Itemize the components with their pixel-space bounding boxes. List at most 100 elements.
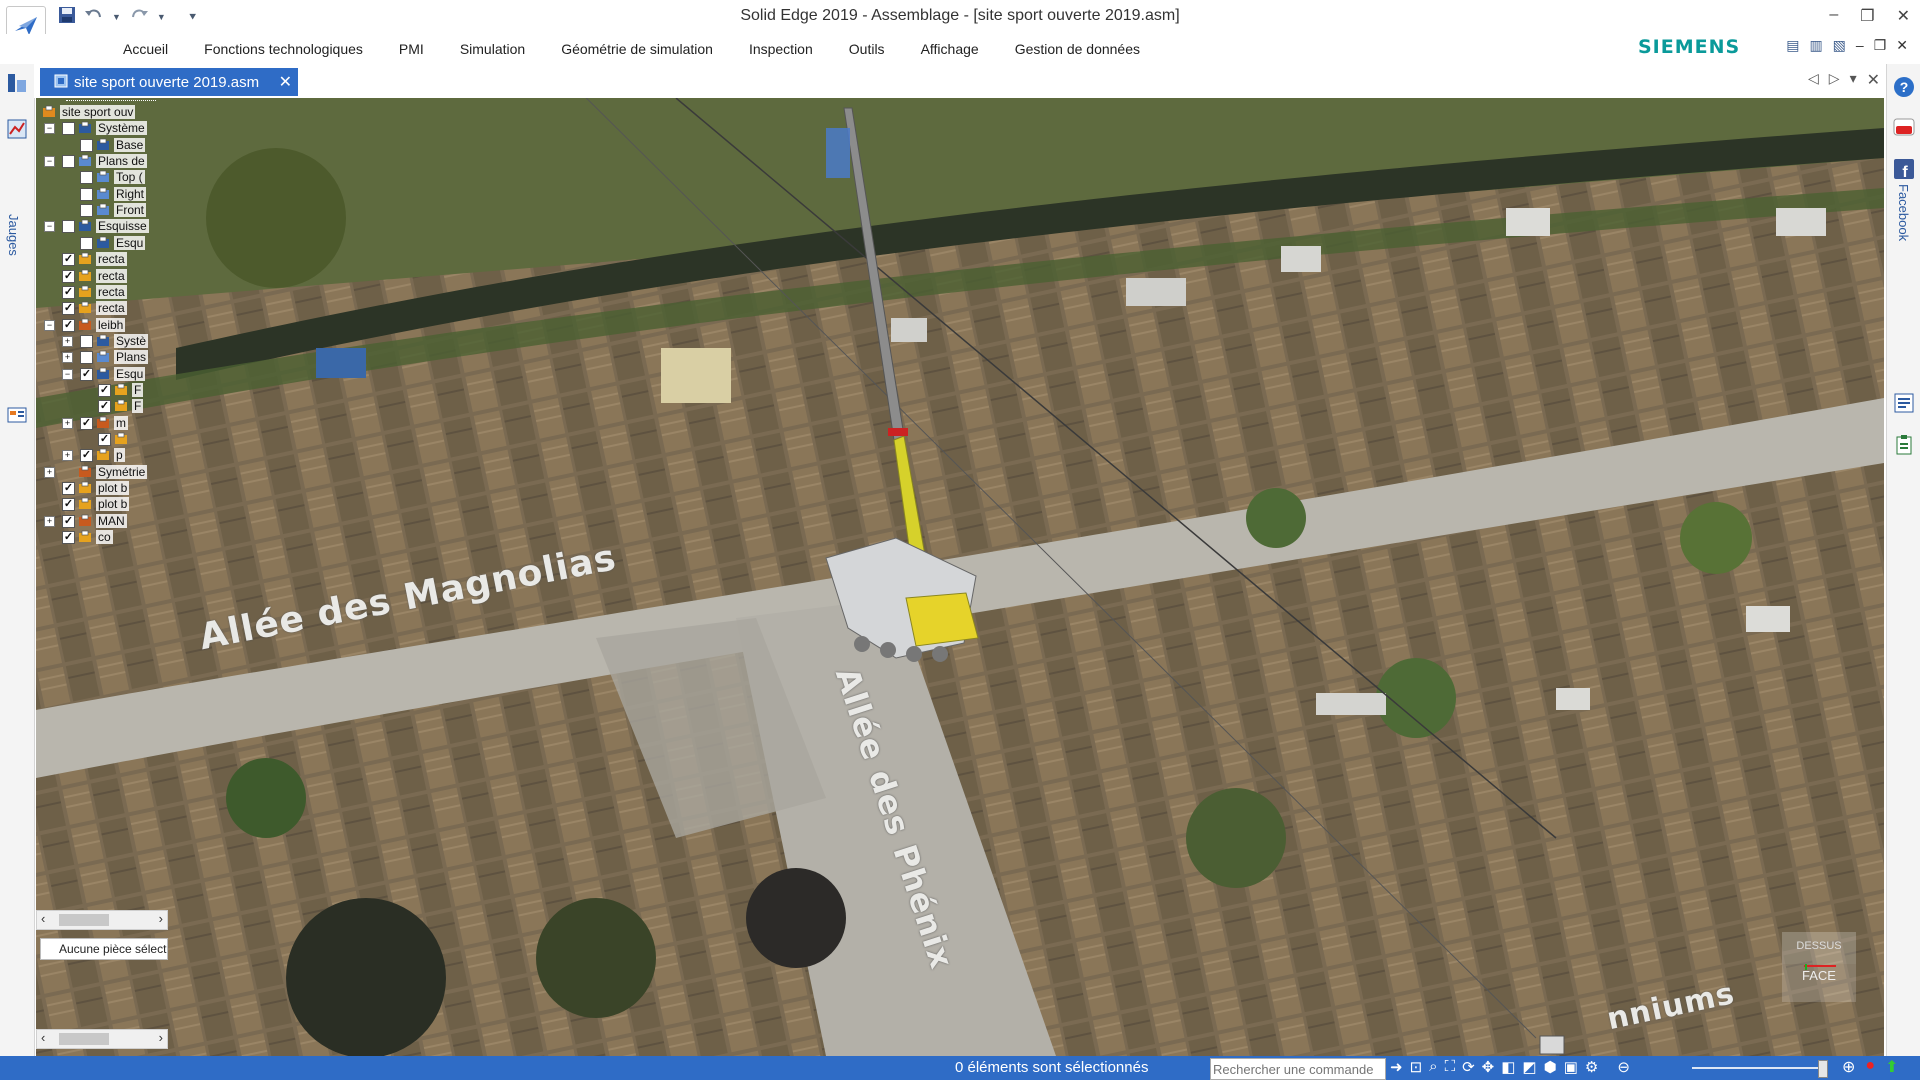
collapse-icon[interactable]: −: [44, 123, 55, 135]
upload-icon[interactable]: ⬆: [1885, 1057, 1898, 1077]
tile-windows-icon[interactable]: ▥: [1809, 37, 1822, 54]
tree-row[interactable]: Front: [36, 202, 166, 220]
visibility-checkbox[interactable]: [80, 138, 93, 152]
visibility-checkbox[interactable]: [80, 236, 93, 250]
tree-row[interactable]: site sport ouv: [36, 104, 166, 122]
maximize-button[interactable]: ❐: [1860, 6, 1874, 26]
tree-row[interactable]: + Symétrie: [36, 464, 166, 482]
view-cube-top-label[interactable]: DESSUS: [1774, 940, 1864, 952]
tab-pmi[interactable]: PMI: [381, 41, 442, 57]
facebook-label[interactable]: Facebook: [1896, 184, 1911, 241]
visibility-checkbox[interactable]: ✓: [62, 269, 75, 283]
tree-row[interactable]: − Plans de: [36, 153, 166, 171]
expand-icon[interactable]: +: [62, 352, 73, 364]
ribbon-restore-icon[interactable]: ❐: [1874, 37, 1887, 54]
named-views-icon[interactable]: ▣: [1564, 1058, 1578, 1076]
scroll-right-icon[interactable]: ›: [159, 911, 163, 926]
tree-row[interactable]: + ✓ m: [36, 415, 166, 433]
tree-row[interactable]: ✓ recta: [36, 251, 166, 269]
collapse-icon[interactable]: −: [44, 319, 55, 331]
view-cube-face-label[interactable]: FACE: [1774, 968, 1864, 983]
tab-inspection[interactable]: Inspection: [731, 41, 831, 57]
view-orientation-icon[interactable]: ⬢: [1544, 1058, 1557, 1076]
minimize-button[interactable]: –: [1829, 6, 1838, 26]
tab-affichage[interactable]: Affichage: [903, 41, 997, 57]
visibility-checkbox[interactable]: ✓: [62, 482, 75, 496]
shade-icon[interactable]: ◧: [1501, 1058, 1515, 1076]
tab-gestion-de-donnees[interactable]: Gestion de données: [997, 41, 1158, 57]
rotate-icon[interactable]: ⟳: [1462, 1058, 1475, 1076]
ribbon-minimize-icon[interactable]: –: [1856, 37, 1864, 54]
expand-icon[interactable]: +: [62, 417, 73, 429]
tree-row[interactable]: Right: [36, 186, 166, 204]
3d-viewport[interactable]: Allée des Magnolias Allée des Phénix nni…: [36, 98, 1884, 1056]
help-icon[interactable]: ?: [1892, 76, 1916, 100]
expand-icon[interactable]: +: [44, 515, 55, 527]
help-doc-icon[interactable]: ▧: [1833, 37, 1846, 54]
visibility-checkbox[interactable]: [62, 155, 75, 169]
visibility-checkbox[interactable]: ✓: [62, 514, 75, 528]
collapse-icon[interactable]: −: [44, 156, 55, 168]
tab-accueil[interactable]: Accueil: [105, 41, 186, 57]
gauges-icon[interactable]: [4, 118, 30, 144]
tree-row[interactable]: ✓ F: [36, 382, 166, 400]
zoom-out-icon[interactable]: ⊖: [1617, 1058, 1630, 1076]
tree-row[interactable]: Base: [36, 137, 166, 155]
tree-row[interactable]: ✓ recta: [36, 300, 166, 318]
visibility-checkbox[interactable]: [80, 334, 93, 348]
visibility-checkbox[interactable]: ✓: [62, 302, 75, 316]
visibility-checkbox[interactable]: ✓: [80, 416, 93, 430]
tree-row[interactable]: + Systè: [36, 333, 166, 351]
properties-panel-icon[interactable]: [1892, 392, 1916, 416]
cascade-windows-icon[interactable]: ▤: [1786, 37, 1799, 54]
close-all-icon[interactable]: ✕: [1867, 70, 1880, 90]
tree-row[interactable]: ✓ recta: [36, 268, 166, 286]
zoom-slider-track[interactable]: [1692, 1067, 1828, 1069]
document-list-icon[interactable]: ▾: [1850, 70, 1857, 90]
visibility-checkbox[interactable]: [80, 171, 93, 185]
tree-row[interactable]: ✓ plot b: [36, 496, 166, 514]
tree-row[interactable]: − Esquisse: [36, 218, 166, 236]
scroll-left-icon[interactable]: ‹: [41, 1030, 45, 1045]
ribbon-close-icon[interactable]: ✕: [1896, 37, 1908, 54]
document-tab[interactable]: site sport ouverte 2019.asm ✕: [40, 68, 298, 96]
collapse-icon[interactable]: −: [44, 221, 55, 233]
visibility-checkbox[interactable]: ✓: [62, 318, 75, 332]
zoom-in-icon[interactable]: ⊕: [1842, 1057, 1855, 1077]
youtube-icon[interactable]: [1892, 116, 1916, 140]
tree-row[interactable]: − ✓ Esqu: [36, 366, 166, 384]
tree-row[interactable]: − Système: [36, 120, 166, 138]
tree-row[interactable]: Top (: [36, 169, 166, 187]
tree-row[interactable]: − ✓ leibh: [36, 317, 166, 335]
expand-icon[interactable]: +: [44, 466, 55, 478]
close-button[interactable]: ✕: [1897, 6, 1910, 26]
scroll-thumb[interactable]: [59, 1033, 109, 1045]
next-document-icon[interactable]: ▷: [1829, 70, 1840, 90]
visibility-checkbox[interactable]: ✓: [98, 383, 111, 397]
command-search-field[interactable]: [1210, 1058, 1386, 1080]
pathfinder-scrollbar-top[interactable]: ‹ ›: [36, 910, 168, 930]
zoom-slider-thumb[interactable]: [1818, 1060, 1828, 1078]
tree-row[interactable]: ✓ F: [36, 398, 166, 416]
expand-icon[interactable]: +: [62, 335, 73, 347]
display-mode-icon[interactable]: ◩: [1522, 1058, 1536, 1076]
view-cube[interactable]: DESSUS FACE: [1774, 930, 1864, 1040]
visibility-checkbox[interactable]: [80, 204, 93, 218]
collapse-icon[interactable]: −: [62, 368, 73, 380]
visibility-checkbox[interactable]: [62, 220, 75, 234]
visibility-checkbox[interactable]: [80, 351, 93, 365]
visibility-checkbox[interactable]: [62, 122, 75, 136]
zoom-icon[interactable]: ⌕: [1429, 1058, 1437, 1076]
layers-icon[interactable]: [4, 404, 30, 430]
tree-row[interactable]: ✓ co: [36, 529, 166, 547]
zoom-area-icon[interactable]: ⊡: [1410, 1058, 1423, 1076]
tree-row[interactable]: + ✓ MAN: [36, 513, 166, 531]
command-search-input[interactable]: [1211, 1059, 1385, 1079]
pan-icon[interactable]: ✥: [1482, 1058, 1495, 1076]
visibility-checkbox[interactable]: ✓: [98, 400, 111, 414]
visibility-checkbox[interactable]: ✓: [62, 253, 75, 267]
fit-icon[interactable]: ⛶: [1445, 1058, 1456, 1076]
tree-row[interactable]: ✓ plot b: [36, 480, 166, 498]
record-icon[interactable]: ●: [1865, 1057, 1875, 1077]
run-command-icon[interactable]: ➜: [1390, 1058, 1403, 1076]
